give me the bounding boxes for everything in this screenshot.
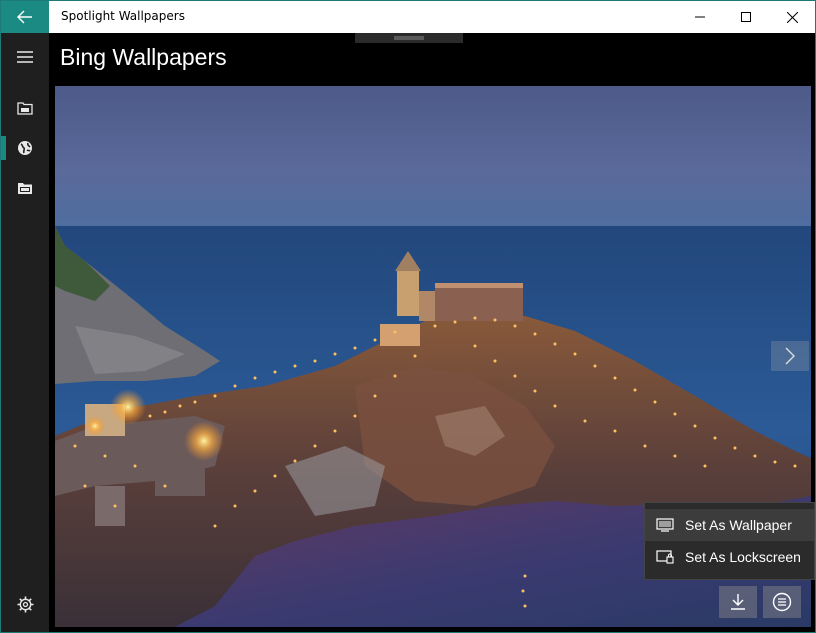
hamburger-button[interactable] [1,37,49,77]
close-button[interactable] [769,1,815,33]
list-menu-icon [772,592,792,612]
sidebar-item-bing[interactable] [1,128,49,168]
monitor-icon [656,518,674,532]
download-button[interactable] [719,586,757,618]
app-title: Spotlight Wallpapers [61,9,185,23]
sidebar-item-saved[interactable] [1,168,49,208]
page-title: Bing Wallpapers [60,44,227,70]
back-button[interactable] [1,1,49,33]
menu-item-label: Set As Lockscreen [685,549,801,565]
minimize-icon [695,16,705,18]
options-button[interactable] [763,586,801,618]
settings-button[interactable] [1,584,49,624]
minimize-button[interactable] [677,1,723,33]
download-icon [731,594,745,610]
chevron-right-icon [785,347,795,365]
gear-icon [17,596,33,612]
hamburger-menu-icon [17,51,33,63]
menu-item-label: Set As Wallpaper [685,517,792,533]
page-header: Bing Wallpapers [49,33,815,86]
globe-icon [18,141,32,155]
set-as-lockscreen-item[interactable]: Set As Lockscreen [645,541,814,573]
arrow-left-icon [17,10,32,24]
close-icon [786,11,798,23]
maximize-icon [741,12,751,22]
grip-icon [394,36,424,40]
lockscreen-icon [656,550,674,564]
sidebar [1,33,49,632]
app-window: Spotlight Wallpapers Bing Wallpapers Set… [0,0,816,633]
next-image-button[interactable] [771,341,809,371]
sidebar-item-spotlight[interactable] [1,88,49,128]
set-as-wallpaper-item[interactable]: Set As Wallpaper [645,509,814,541]
drag-handle[interactable] [355,33,463,43]
title-bar: Spotlight Wallpapers [1,1,815,33]
spotlight-folder-icon [17,102,33,115]
saved-folder-icon [18,183,32,194]
context-menu: Set As Wallpaper Set As Lockscreen [644,502,815,580]
maximize-button[interactable] [723,1,769,33]
